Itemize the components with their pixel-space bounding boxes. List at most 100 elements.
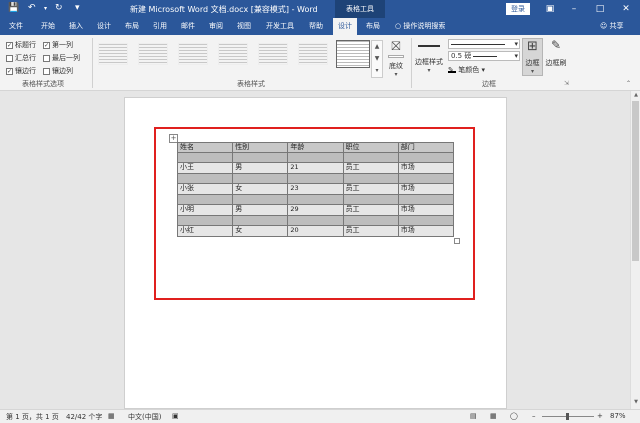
option-first-column[interactable]: ✓ 第一列 bbox=[43, 40, 73, 50]
header-cell[interactable]: 性别 bbox=[232, 142, 289, 153]
word-count[interactable]: 42/42 个字 bbox=[66, 412, 102, 422]
maximize-icon[interactable]: □ bbox=[592, 2, 608, 16]
language-indicator[interactable]: 中文(中国) bbox=[128, 412, 161, 422]
line-weight-dropdown[interactable]: 0.5 磅 ▾ bbox=[448, 51, 520, 61]
table-cell[interactable]: 女 bbox=[232, 224, 289, 237]
border-painter-button[interactable]: ✎ 边框刷 bbox=[545, 38, 567, 68]
tab-design[interactable]: 设计 bbox=[92, 18, 116, 35]
option-total-row[interactable]: 汇总行 bbox=[6, 53, 36, 63]
table-cell[interactable] bbox=[342, 215, 399, 226]
header-cell[interactable]: 部门 bbox=[397, 142, 455, 153]
zoom-out-icon[interactable]: – bbox=[532, 412, 536, 420]
table-cell[interactable]: 小王 bbox=[176, 161, 234, 174]
table-cell[interactable] bbox=[342, 194, 399, 205]
zoom-level[interactable]: 87% bbox=[610, 412, 626, 420]
table-cell[interactable]: 20 bbox=[287, 224, 344, 237]
table-cell[interactable]: 29 bbox=[287, 203, 344, 216]
option-last-column[interactable]: 最后一列 bbox=[43, 53, 80, 63]
table-style-thumb[interactable] bbox=[298, 43, 328, 65]
table-cell[interactable]: 男 bbox=[232, 161, 289, 174]
scroll-thumb[interactable] bbox=[632, 101, 639, 261]
undo-icon[interactable]: ↶ bbox=[28, 3, 36, 13]
table-resize-handle[interactable] bbox=[454, 238, 460, 244]
gallery-more-icon[interactable]: ▾ bbox=[372, 65, 382, 77]
zoom-slider-thumb[interactable] bbox=[566, 413, 569, 420]
close-icon[interactable]: ✕ bbox=[618, 2, 634, 16]
pen-color-button[interactable]: ✎ 笔颜色 ▾ bbox=[448, 65, 485, 75]
scroll-down-icon[interactable]: ▼ bbox=[372, 53, 382, 65]
table-cell[interactable]: 市场 bbox=[397, 203, 455, 216]
table-cell[interactable] bbox=[176, 152, 234, 163]
save-icon[interactable]: 💾 bbox=[8, 3, 19, 13]
table-cell[interactable]: 市场 bbox=[397, 161, 455, 174]
minimize-icon[interactable]: – bbox=[566, 2, 582, 16]
undo-dropdown-icon[interactable]: ▾ bbox=[44, 5, 47, 12]
table-cell[interactable]: 21 bbox=[287, 161, 344, 174]
table-cell[interactable] bbox=[397, 152, 455, 163]
dialog-launcher-icon[interactable]: ⇲ bbox=[564, 80, 569, 87]
login-button[interactable]: 登录 bbox=[506, 3, 530, 15]
header-cell[interactable]: 年龄 bbox=[287, 142, 344, 153]
tab-file[interactable]: 文件 bbox=[4, 18, 28, 35]
option-banded-rows[interactable]: ✓ 镶边行 bbox=[6, 66, 36, 76]
style-gallery-scroller[interactable]: ▲ ▼ ▾ bbox=[371, 40, 383, 78]
border-styles-button[interactable]: 边框样式 ▾ bbox=[414, 41, 444, 74]
table-style-thumb[interactable] bbox=[258, 43, 288, 65]
table-cell[interactable]: 市场 bbox=[397, 224, 455, 237]
tab-help[interactable]: 帮助 bbox=[304, 18, 328, 35]
tab-review[interactable]: 审阅 bbox=[204, 18, 228, 35]
option-header-row[interactable]: ✓ 标题行 bbox=[6, 40, 36, 50]
tab-table-design[interactable]: 设计 bbox=[333, 18, 357, 35]
tell-me-search[interactable]: ○ 操作说明搜索 bbox=[395, 18, 445, 35]
table-cell[interactable] bbox=[342, 173, 399, 184]
header-cell[interactable]: 姓名 bbox=[176, 142, 234, 153]
tab-table-layout[interactable]: 布局 bbox=[361, 18, 385, 35]
zoom-in-icon[interactable]: + bbox=[597, 412, 603, 420]
table-cell[interactable] bbox=[176, 194, 234, 205]
table-cell[interactable] bbox=[287, 152, 344, 163]
table-cell[interactable]: 23 bbox=[287, 182, 344, 195]
collapse-ribbon-icon[interactable]: ⌃ bbox=[626, 80, 631, 87]
borders-button[interactable]: ⊞ 边框 ▾ bbox=[522, 38, 543, 76]
table-cell[interactable] bbox=[287, 194, 344, 205]
page-count[interactable]: 第 1 页，共 1 页 bbox=[6, 412, 59, 422]
shading-button[interactable]: ⛝ 底纹 ▾ bbox=[386, 39, 406, 78]
table-cell[interactable] bbox=[232, 215, 289, 226]
table-style-thumb-selected[interactable] bbox=[336, 40, 370, 68]
table-cell[interactable] bbox=[397, 215, 455, 226]
ribbon-display-icon[interactable]: ▣ bbox=[542, 2, 558, 16]
table-cell[interactable]: 男 bbox=[232, 203, 289, 216]
table-cell[interactable] bbox=[232, 152, 289, 163]
option-banded-columns[interactable]: 镶边列 bbox=[43, 66, 73, 76]
scroll-up-icon[interactable]: ▲ bbox=[372, 41, 382, 53]
table-cell[interactable]: 女 bbox=[232, 182, 289, 195]
table-cell[interactable]: 员工 bbox=[342, 224, 399, 237]
vertical-scrollbar[interactable]: ▲ ▼ bbox=[630, 91, 640, 409]
proofing-icon[interactable]: ▦ bbox=[108, 412, 115, 420]
table-cell[interactable]: 市场 bbox=[397, 182, 455, 195]
table-style-thumb[interactable] bbox=[178, 43, 208, 65]
table-cell[interactable]: 小张 bbox=[176, 182, 234, 195]
scroll-down-icon[interactable]: ▼ bbox=[631, 399, 640, 407]
table-cell[interactable]: 员工 bbox=[342, 182, 399, 195]
redo-icon[interactable]: ↻ bbox=[55, 3, 63, 13]
data-table[interactable]: 姓名 性别 年龄 职位 部门 小王 男 21 员工 市场 小张 女 23 员工 … bbox=[176, 142, 455, 237]
macro-record-icon[interactable]: ▣ bbox=[172, 412, 179, 420]
table-style-thumb[interactable] bbox=[138, 43, 168, 65]
customize-qat-icon[interactable]: ▾ bbox=[75, 3, 80, 13]
line-style-dropdown[interactable]: ▾ bbox=[448, 39, 520, 49]
share-button[interactable]: ☺ 共享 bbox=[600, 18, 624, 35]
read-mode-icon[interactable]: ▤ bbox=[470, 412, 477, 420]
table-cell[interactable]: 员工 bbox=[342, 161, 399, 174]
table-cell[interactable] bbox=[397, 194, 455, 205]
header-cell[interactable]: 职位 bbox=[342, 142, 399, 153]
table-cell[interactable]: 小红 bbox=[176, 224, 234, 237]
table-style-thumb[interactable] bbox=[98, 43, 128, 65]
table-cell[interactable] bbox=[287, 173, 344, 184]
tab-home[interactable]: 开始 bbox=[36, 18, 60, 35]
table-cell[interactable] bbox=[176, 215, 234, 226]
table-cell[interactable] bbox=[232, 173, 289, 184]
table-style-thumb[interactable] bbox=[218, 43, 248, 65]
table-cell[interactable] bbox=[176, 173, 234, 184]
scroll-up-icon[interactable]: ▲ bbox=[631, 92, 640, 100]
